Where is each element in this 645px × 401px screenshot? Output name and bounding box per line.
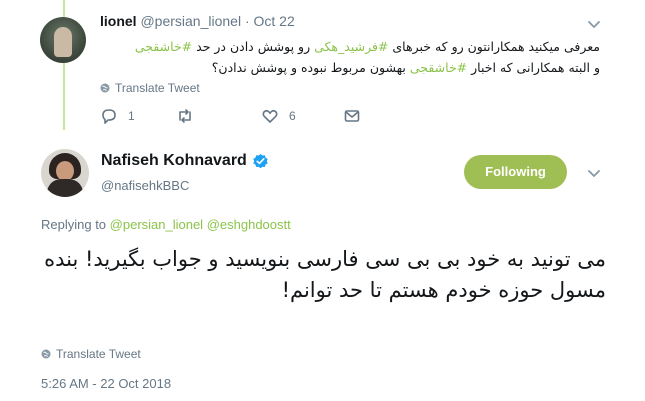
author-name[interactable]: lionel <box>100 13 137 29</box>
reply-tweet-text: معرفی میکنید همکارانتون رو که خبرهای #فر… <box>100 36 600 78</box>
chevron-down-icon[interactable] <box>587 166 601 180</box>
reply-text-line-2: و البته همکارانی که اخبار #خاشقجی بهشون … <box>100 57 600 78</box>
translate-tweet-link[interactable]: Translate Tweet <box>41 347 141 361</box>
like-action[interactable]: 6 <box>261 107 296 125</box>
mention-link[interactable]: @eshghdoostt <box>207 217 291 232</box>
reply-action[interactable]: 1 <box>100 107 135 125</box>
author-name[interactable]: Nafiseh Kohnavard <box>101 152 247 170</box>
separator-dot: · <box>244 13 250 29</box>
reply-text-line-1: معرفی میکنید همکارانتون رو که خبرهای #فر… <box>100 36 600 57</box>
verified-icon <box>253 153 268 168</box>
like-count: 6 <box>289 109 296 123</box>
text-segment: و البته همکارانی که اخبار <box>467 60 600 75</box>
author-handle[interactable]: @persian_lionel <box>140 13 241 29</box>
tweet-date[interactable]: Oct 22 <box>254 13 295 29</box>
tweet-actions: 1 6 <box>100 107 370 129</box>
hashtag-link[interactable]: #خاشقجی <box>135 39 192 54</box>
retweet-icon <box>179 109 191 123</box>
translate-label: Translate Tweet <box>56 347 141 361</box>
replying-prefix: Replying to <box>41 217 110 232</box>
globe-icon <box>100 83 110 93</box>
tweet-timestamp[interactable]: 5:26 AM - 22 Oct 2018 <box>41 376 171 391</box>
reply-tweet-header: lionel @persian_lionel · Oct 22 <box>100 13 295 29</box>
reply-icon <box>102 109 116 124</box>
replying-to-line: Replying to @persian_lionel @eshghdoostt <box>41 217 291 232</box>
avatar-lionel[interactable] <box>40 17 86 63</box>
chevron-down-icon[interactable] <box>587 17 601 31</box>
hashtag-link[interactable]: #خاشقجی <box>410 60 467 75</box>
text-segment: رو پوشش دادن در حد <box>192 39 315 54</box>
dm-icon <box>344 110 360 122</box>
dm-action[interactable] <box>343 107 361 125</box>
mention-link[interactable]: @persian_lionel <box>110 217 203 232</box>
retweet-action[interactable] <box>176 107 204 125</box>
text-segment: بهشون مربوط نبوده و پوشش ندادن؟ <box>211 60 410 75</box>
avatar-nafiseh[interactable] <box>41 149 89 197</box>
reply-count: 1 <box>128 109 135 123</box>
hashtag-link[interactable]: #فرشید_هکی <box>314 39 388 54</box>
main-author[interactable]: Nafiseh Kohnavard <box>101 152 269 170</box>
globe-icon <box>41 349 51 359</box>
following-button[interactable]: Following <box>464 155 567 189</box>
main-tweet-text: می تونید به خود بی بی سی فارسی بنویسید و… <box>44 247 606 302</box>
text-segment: معرفی میکنید همکارانتون رو که خبرهای <box>388 39 600 54</box>
author-handle[interactable]: @nafisehkBBC <box>101 178 189 193</box>
translate-label: Translate Tweet <box>115 81 200 95</box>
translate-tweet-link[interactable]: Translate Tweet <box>100 81 200 95</box>
like-icon <box>262 109 278 123</box>
